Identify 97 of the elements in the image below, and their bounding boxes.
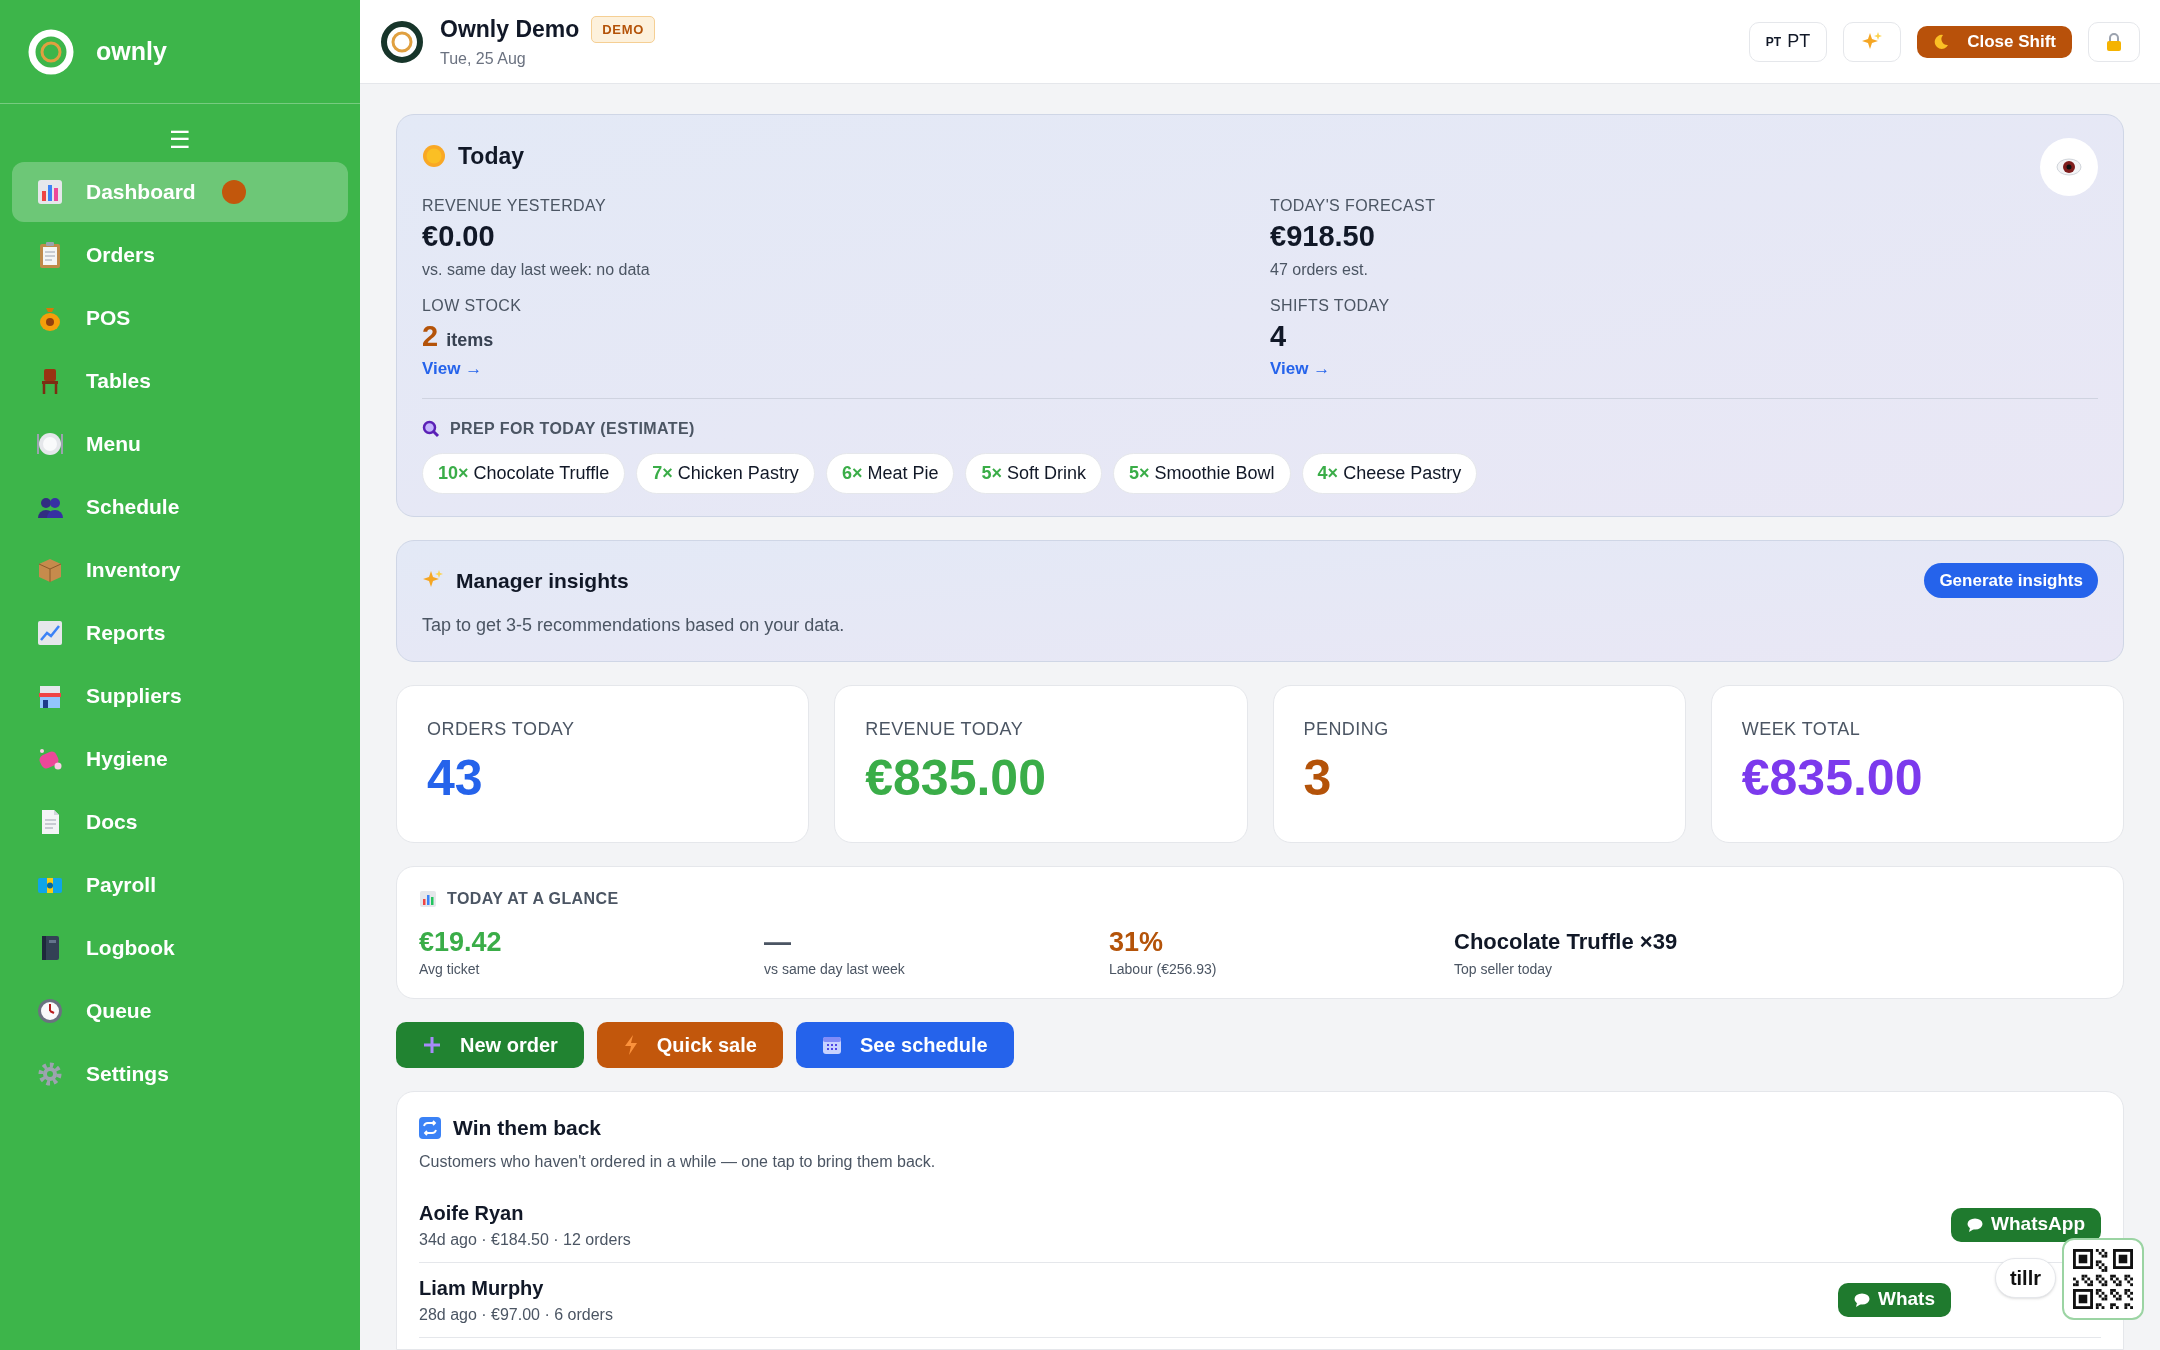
glance-value: 31% xyxy=(1109,926,1164,959)
nav-item[interactable]: Suppliers xyxy=(12,666,348,726)
nav-item[interactable]: Orders xyxy=(12,225,348,285)
sun-icon xyxy=(422,144,446,169)
glance-caption: vs same day last week xyxy=(764,960,905,979)
brand-name: ownly xyxy=(96,35,167,67)
nav-item[interactable]: Logbook xyxy=(12,918,348,978)
prep-chip: 5× Soft Drink xyxy=(965,452,1102,494)
prep-chip: 4× Cheese Pastry xyxy=(1301,452,1478,494)
stat-value: €835.00 xyxy=(865,749,1047,808)
insights-text: Tap to get 3-5 recommendations based on your data. xyxy=(422,614,846,637)
glance-value: — xyxy=(764,926,791,959)
action-button[interactable]: Quick sale xyxy=(596,1022,783,1068)
nav-item[interactable]: Reports xyxy=(12,603,348,663)
metric-unit: items xyxy=(446,328,494,352)
metric-note: vs. same day last week: no data xyxy=(422,259,650,280)
eye-icon xyxy=(2056,158,2082,176)
nav-item[interactable]: Inventory xyxy=(12,540,348,600)
qr-code[interactable] xyxy=(2062,1238,2144,1320)
glance-caption: Avg ticket xyxy=(419,960,480,979)
nav-item[interactable]: Docs xyxy=(12,792,348,852)
stat-label: WEEK TOTAL xyxy=(1741,718,1862,741)
speech-bubble-icon xyxy=(1967,1217,1984,1232)
view-link[interactable]: View → xyxy=(1270,356,1331,382)
whatsapp-button[interactable]: WhatsApp xyxy=(1951,1207,2101,1242)
stat-label: PENDING xyxy=(1303,718,1390,741)
section-title: PREP FOR TODAY (ESTIMATE) xyxy=(450,418,695,439)
metric-label: REVENUE YESTERDAY xyxy=(422,195,607,216)
language-label: PT xyxy=(1787,30,1811,53)
plate-icon xyxy=(36,430,64,458)
menu-button[interactable]: ☰ xyxy=(169,128,191,152)
prep-chip: 7× Chicken Pastry xyxy=(636,452,815,494)
nav-item[interactable]: Dashboard xyxy=(12,162,348,222)
nav-item[interactable]: POS xyxy=(12,288,348,348)
customer-detail: 28d ago · €97.00 · 6 orders xyxy=(419,1304,614,1325)
stat-label: ORDERS TODAY xyxy=(427,718,576,741)
lightning-icon xyxy=(622,1035,639,1055)
customer-name: Liam Murphy xyxy=(419,1275,545,1301)
moon-icon xyxy=(1933,33,1950,50)
metric-label: SHIFTS TODAY xyxy=(1270,295,1390,316)
action-button[interactable]: New order xyxy=(396,1022,584,1068)
logo-icon xyxy=(28,28,74,75)
metric-value: €0.00 xyxy=(422,218,495,254)
glance-value: Chocolate Truffle ×39 xyxy=(1454,928,1678,956)
date-text: Tue, 25 Aug xyxy=(440,48,527,69)
nav-item[interactable]: Schedule xyxy=(12,477,348,537)
clock-icon xyxy=(36,997,64,1025)
metric-label: LOW STOCK xyxy=(422,295,522,316)
repeat-icon xyxy=(419,1116,441,1139)
bar-chart-icon xyxy=(36,178,64,206)
speech-bubble-icon xyxy=(1854,1292,1870,1307)
stat-value: €835.00 xyxy=(1741,749,1924,808)
nav-item[interactable]: Queue xyxy=(12,981,348,1041)
metric-value: 2 xyxy=(422,318,439,354)
lock-icon xyxy=(2106,32,2122,51)
stat-label: REVENUE TODAY xyxy=(865,718,1025,741)
settings-icon xyxy=(36,1060,64,1088)
card-title: Today xyxy=(458,142,525,171)
close-shift-button[interactable]: Close Shift xyxy=(1917,25,2072,58)
demo-badge: DEMO xyxy=(591,15,655,44)
metric-value: €918.50 xyxy=(1270,218,1375,254)
glance-caption: Top seller today xyxy=(1454,960,1553,979)
generate-insights-button[interactable]: Generate insights xyxy=(1924,562,2098,598)
stat-value: 43 xyxy=(427,749,484,808)
metric-note: 47 orders est. xyxy=(1270,259,1368,280)
nav-item[interactable]: Payroll xyxy=(12,855,348,915)
plus-icon xyxy=(422,1035,442,1055)
nav-item[interactable]: Tables xyxy=(12,351,348,411)
line-chart-icon xyxy=(36,619,64,647)
card-subtitle: Customers who haven't ordered in a while — one tap to bring them back. xyxy=(419,1151,937,1172)
customer-detail: 34d ago · €184.50 · 12 orders xyxy=(419,1229,632,1250)
nav-item[interactable]: Settings xyxy=(12,1044,348,1104)
bar-chart-icon xyxy=(419,890,437,908)
magnifier-icon xyxy=(422,419,440,438)
whatsapp-button[interactable]: Whats xyxy=(1838,1282,1951,1317)
page-title: Ownly Demo xyxy=(440,15,580,45)
glance-value: €19.42 xyxy=(419,926,502,959)
language-code: PT xyxy=(1765,33,1782,51)
language-button[interactable]: PT PT xyxy=(1748,21,1828,62)
box-icon xyxy=(36,556,64,584)
stat-value: 3 xyxy=(1303,749,1333,808)
glance-caption: Labour (€256.93) xyxy=(1109,960,1217,979)
prep-chip: 10× Chocolate Truffle xyxy=(422,452,626,494)
calendar-icon xyxy=(821,1035,842,1055)
prep-chip: 5× Smoothie Bowl xyxy=(1113,452,1291,494)
customer-name: Aoife Ryan xyxy=(419,1200,525,1226)
metric-label: TODAY'S FORECAST xyxy=(1270,195,1436,216)
logo-icon xyxy=(380,19,424,64)
nav-item[interactable]: Hygiene xyxy=(12,729,348,789)
view-link[interactable]: View → xyxy=(422,356,483,382)
nav-item[interactable]: Menu xyxy=(12,414,348,474)
action-button[interactable]: See schedule xyxy=(795,1022,1014,1068)
section-title: TODAY AT A GLANCE xyxy=(447,889,619,909)
card-title: Manager insights xyxy=(456,567,629,594)
metric-value: 4 xyxy=(1270,318,1287,354)
card-title: Win them back xyxy=(453,1115,601,1141)
prep-chip: 6× Meat Pie xyxy=(825,452,955,494)
